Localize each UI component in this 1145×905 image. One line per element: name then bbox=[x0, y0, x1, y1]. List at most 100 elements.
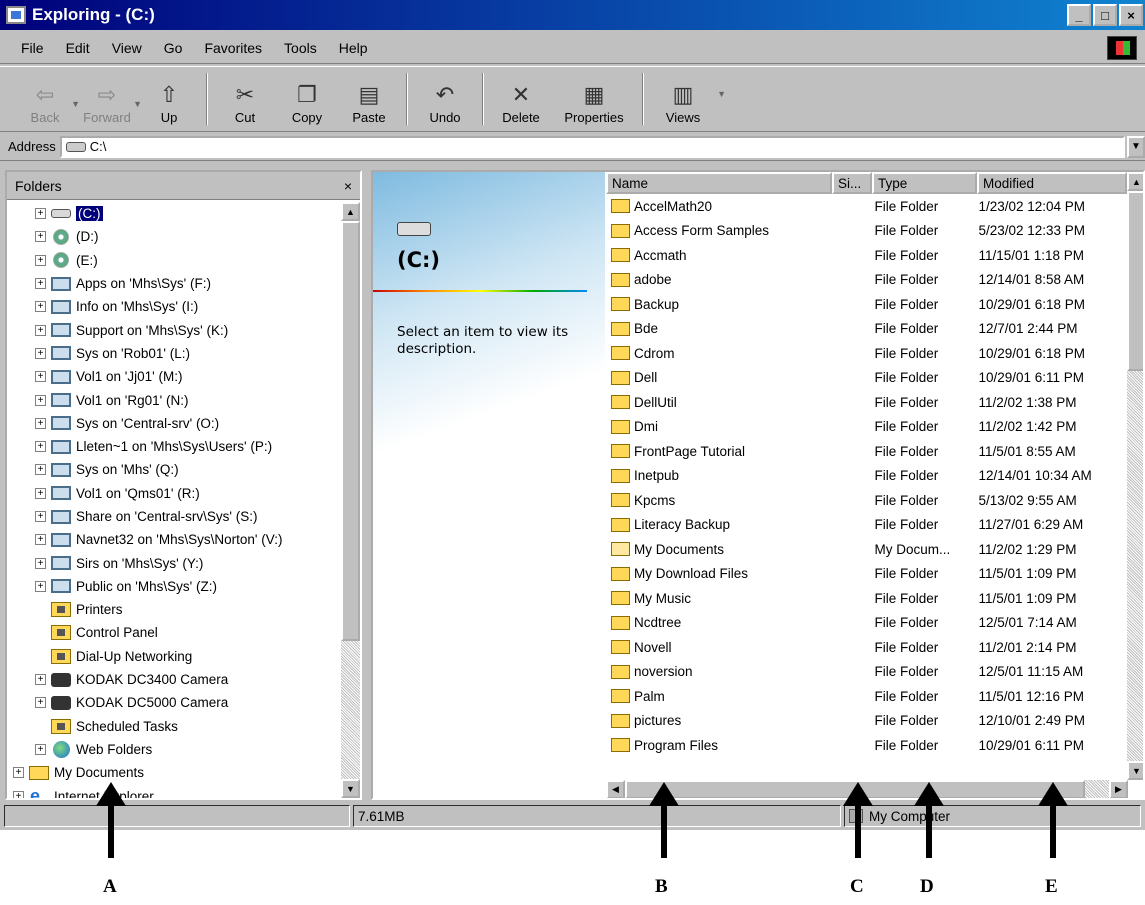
folder-tree-item[interactable]: + Sys on 'Central-srv' (O:) bbox=[7, 412, 341, 435]
folder-tree-item[interactable]: + Vol1 on 'Rg01' (N:) bbox=[7, 388, 341, 411]
expand-plus-icon[interactable]: + bbox=[13, 790, 24, 798]
expand-plus-icon[interactable]: + bbox=[35, 511, 46, 522]
close-button[interactable]: × bbox=[1119, 4, 1143, 26]
address-dropdown-button[interactable]: ▼ bbox=[1127, 135, 1145, 158]
file-list-row[interactable]: DellUtil File Folder 11/2/02 1:38 PM bbox=[606, 390, 1127, 415]
file-list-row[interactable]: Dell File Folder 10/29/01 6:11 PM bbox=[606, 366, 1127, 391]
file-list-row[interactable]: Ncdtree File Folder 12/5/01 7:14 AM bbox=[606, 611, 1127, 636]
scroll-thumb[interactable] bbox=[341, 221, 360, 641]
folder-tree-item[interactable]: + Sirs on 'Mhs\Sys' (Y:) bbox=[7, 551, 341, 574]
expand-plus-icon[interactable]: + bbox=[35, 231, 46, 243]
folder-tree-item[interactable]: + Sys on 'Rob01' (L:) bbox=[7, 342, 341, 365]
expand-plus-icon[interactable]: + bbox=[35, 371, 46, 383]
folder-tree-item[interactable]: + e Internet Explorer bbox=[7, 784, 341, 798]
paste-button[interactable]: ▤ Paste bbox=[338, 69, 400, 131]
list-vertical-scrollbar[interactable]: ▲ ▼ bbox=[1127, 172, 1143, 780]
menu-edit[interactable]: Edit bbox=[66, 40, 90, 56]
column-type[interactable]: Type bbox=[872, 172, 977, 194]
file-list-row[interactable]: Cdrom File Folder 10/29/01 6:18 PM bbox=[606, 341, 1127, 366]
back-button[interactable]: ⇦ Back ▼ bbox=[14, 69, 80, 131]
folder-tree-item[interactable]: + (C:) bbox=[7, 202, 341, 225]
menu-go[interactable]: Go bbox=[164, 40, 183, 56]
file-list-row[interactable]: Literacy Backup File Folder 11/27/01 6:29 … bbox=[606, 513, 1127, 538]
minimize-button[interactable]: _ bbox=[1067, 4, 1091, 26]
expand-plus-icon[interactable]: + bbox=[35, 534, 46, 546]
folder-tree-item[interactable]: + Public on 'Mhs\Sys' (Z:) bbox=[7, 575, 341, 598]
expand-plus-icon[interactable]: + bbox=[35, 347, 46, 359]
folder-tree-item[interactable]: + (E:) bbox=[7, 249, 341, 272]
folder-tree-item[interactable]: + KODAK DC3400 Camera bbox=[7, 668, 341, 691]
expand-plus-icon[interactable]: + bbox=[35, 394, 46, 406]
file-list-row[interactable]: Bde File Folder 12/7/01 2:44 PM bbox=[606, 317, 1127, 342]
column-name[interactable]: Name bbox=[606, 172, 832, 194]
folder-tree-item[interactable]: Printers bbox=[7, 598, 341, 621]
expand-plus-icon[interactable]: + bbox=[35, 697, 46, 709]
file-list-row[interactable]: adobe File Folder 12/14/01 8:58 AM bbox=[606, 268, 1127, 293]
folder-tree-item[interactable]: + Sys on 'Mhs' (Q:) bbox=[7, 458, 341, 481]
scroll-down-button[interactable]: ▼ bbox=[1127, 761, 1143, 780]
folders-vertical-scrollbar[interactable]: ▲ ▼ bbox=[341, 202, 360, 798]
expand-plus-icon[interactable]: + bbox=[35, 278, 46, 290]
file-list-row[interactable]: Novell File Folder 11/2/01 2:14 PM bbox=[606, 635, 1127, 660]
scroll-thumb[interactable] bbox=[1127, 191, 1143, 371]
expand-plus-icon[interactable]: + bbox=[35, 208, 46, 220]
file-list-row[interactable]: Program Files File Folder 10/29/01 6:11 PM bbox=[606, 733, 1127, 758]
properties-button[interactable]: ▦ Properties bbox=[552, 69, 636, 131]
file-list-row[interactable]: Backup File Folder 10/29/01 6:18 PM bbox=[606, 292, 1127, 317]
views-button[interactable]: ▥ Views ▼ bbox=[652, 69, 726, 131]
menu-favorites[interactable]: Favorites bbox=[204, 40, 262, 56]
folder-tree-item[interactable]: + Vol1 on 'Jj01' (M:) bbox=[7, 365, 341, 388]
menu-view[interactable]: View bbox=[112, 40, 142, 56]
folder-tree-item[interactable]: Scheduled Tasks bbox=[7, 715, 341, 738]
folder-tree-item[interactable]: Control Panel bbox=[7, 621, 341, 644]
expand-plus-icon[interactable]: + bbox=[13, 767, 24, 779]
expand-plus-icon[interactable]: + bbox=[35, 557, 46, 569]
folder-tree-item[interactable]: + Web Folders bbox=[7, 738, 341, 761]
file-list-row[interactable]: AccelMath20 File Folder 1/23/02 12:04 PM bbox=[606, 194, 1127, 219]
expand-plus-icon[interactable]: + bbox=[35, 417, 46, 429]
undo-button[interactable]: ↶ Undo bbox=[414, 69, 476, 131]
column-size[interactable]: Si... bbox=[832, 172, 872, 194]
expand-plus-icon[interactable]: + bbox=[35, 301, 46, 313]
expand-plus-icon[interactable]: + bbox=[35, 441, 46, 453]
folder-tree-item[interactable]: + Lleten~1 on 'Mhs\Sys\Users' (P:) bbox=[7, 435, 341, 458]
expand-plus-icon[interactable]: + bbox=[35, 674, 46, 686]
folders-close-button[interactable]: × bbox=[344, 178, 352, 194]
file-list-row[interactable]: Accmath File Folder 11/15/01 1:18 PM bbox=[606, 243, 1127, 268]
folder-tree-item[interactable]: Dial-Up Networking bbox=[7, 645, 341, 668]
expand-plus-icon[interactable]: + bbox=[35, 487, 46, 499]
folder-tree-item[interactable]: + (D:) bbox=[7, 225, 341, 248]
column-modified[interactable]: Modified bbox=[977, 172, 1127, 194]
forward-button[interactable]: ⇨ Forward ▼ bbox=[76, 69, 142, 131]
file-list-row[interactable]: Access Form Samples File Folder 5/23/02 12… bbox=[606, 219, 1127, 244]
expand-plus-icon[interactable]: + bbox=[35, 743, 46, 755]
file-list-row[interactable]: Kpcms File Folder 5/13/02 9:55 AM bbox=[606, 488, 1127, 513]
scroll-right-button[interactable]: ▶ bbox=[1109, 780, 1128, 798]
scroll-up-button[interactable]: ▲ bbox=[1127, 172, 1143, 191]
folder-tree-item[interactable]: + My Documents bbox=[7, 761, 341, 784]
file-list-row[interactable]: FrontPage Tutorial File Folder 11/5/01 8:5… bbox=[606, 439, 1127, 464]
maximize-button[interactable]: □ bbox=[1093, 4, 1117, 26]
folder-tree-item[interactable]: + Info on 'Mhs\Sys' (I:) bbox=[7, 295, 341, 318]
menu-tools[interactable]: Tools bbox=[284, 40, 317, 56]
file-list-row[interactable]: pictures File Folder 12/10/01 2:49 PM bbox=[606, 709, 1127, 734]
up-button[interactable]: ⇧ Up bbox=[138, 69, 200, 131]
folder-tree-item[interactable]: + Share on 'Central-srv\Sys' (S:) bbox=[7, 505, 341, 528]
folder-tree-item[interactable]: + Vol1 on 'Qms01' (R:) bbox=[7, 482, 341, 505]
expand-plus-icon[interactable]: + bbox=[35, 324, 46, 336]
file-list-row[interactable]: Inetpub File Folder 12/14/01 10:34 AM bbox=[606, 464, 1127, 489]
folder-tree-item[interactable]: + Navnet32 on 'Mhs\Sys\Norton' (V:) bbox=[7, 528, 341, 551]
scroll-up-button[interactable]: ▲ bbox=[341, 202, 360, 221]
title-bar[interactable]: Exploring - (C:) _ □ × bbox=[0, 0, 1145, 30]
expand-plus-icon[interactable]: + bbox=[35, 254, 46, 266]
scroll-down-button[interactable]: ▼ bbox=[341, 779, 360, 798]
file-list-row[interactable]: My Download Files File Folder 11/5/01 1:09… bbox=[606, 562, 1127, 587]
expand-plus-icon[interactable]: + bbox=[35, 464, 46, 476]
expand-plus-icon[interactable]: + bbox=[35, 580, 46, 592]
file-list-row[interactable]: Palm File Folder 11/5/01 12:16 PM bbox=[606, 684, 1127, 709]
copy-button[interactable]: ❐ Copy bbox=[276, 69, 338, 131]
menu-help[interactable]: Help bbox=[339, 40, 368, 56]
scroll-left-button[interactable]: ◀ bbox=[606, 780, 625, 798]
file-list-row[interactable]: My Documents My Docum... 11/2/02 1:29 PM bbox=[606, 537, 1127, 562]
cut-button[interactable]: ✂ Cut bbox=[214, 69, 276, 131]
